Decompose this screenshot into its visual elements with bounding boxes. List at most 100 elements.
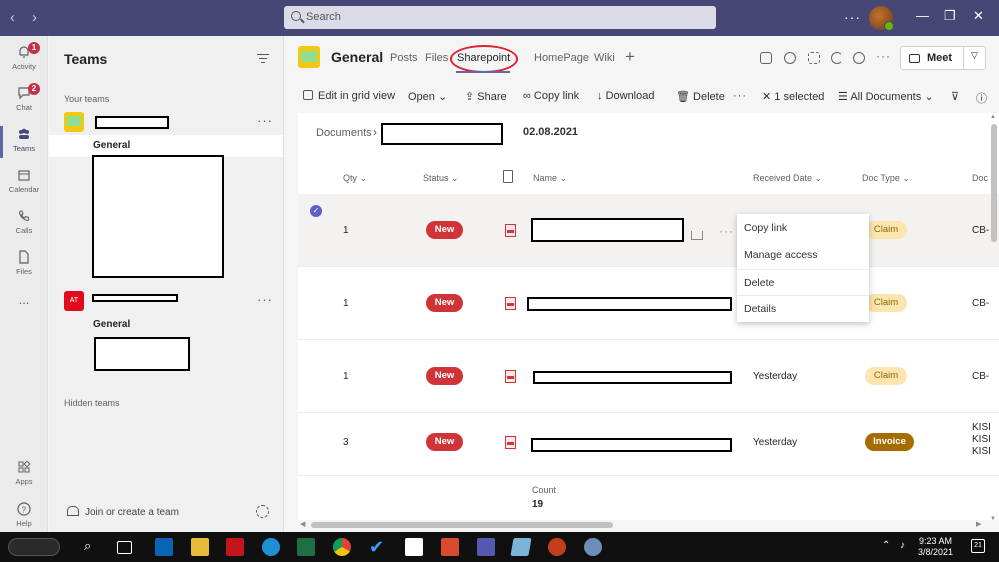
scroll-left-icon[interactable]: ◀ xyxy=(300,520,305,528)
file-name-redacted[interactable] xyxy=(531,218,684,242)
back-arrow-icon[interactable]: ‹ xyxy=(10,10,15,25)
more-icon[interactable]: ··· xyxy=(876,49,891,63)
edit-grid-button[interactable]: Edit in grid view xyxy=(303,90,395,102)
open-button[interactable]: Open ⌄ xyxy=(408,90,447,103)
file-name-redacted[interactable] xyxy=(527,297,732,311)
filter-icon[interactable]: ⊽ xyxy=(951,90,959,103)
menu-details[interactable]: Details xyxy=(737,295,869,322)
file-name-redacted[interactable] xyxy=(533,371,732,384)
menu-delete[interactable]: Delete xyxy=(737,269,869,296)
hidden-teams-label[interactable]: Hidden teams xyxy=(64,398,120,408)
outlook-icon[interactable] xyxy=(155,538,173,556)
copy-link-button[interactable]: ∞ Copy link xyxy=(523,90,579,102)
notification-icon[interactable]: 21 xyxy=(971,539,985,553)
table-row[interactable]: ✓ 1 New ··· Claim CB- xyxy=(298,194,999,267)
team-name-redacted[interactable] xyxy=(92,294,178,302)
column-doc-type[interactable]: Doc Type ⌄ xyxy=(862,173,910,184)
row-more-icon[interactable]: ··· xyxy=(719,224,734,238)
powerpoint-icon[interactable] xyxy=(548,538,566,556)
delete-button[interactable]: 🗑 Delete xyxy=(676,90,725,103)
horizontal-scrollbar[interactable]: ◀ ▶ xyxy=(298,520,988,530)
expand-icon[interactable] xyxy=(808,52,820,64)
rail-calls[interactable]: Calls xyxy=(0,204,48,244)
column-status[interactable]: Status ⌄ xyxy=(423,173,459,184)
teams-taskbar-icon[interactable] xyxy=(477,538,495,556)
column-received-date[interactable]: Received Date ⌄ xyxy=(753,173,822,184)
scroll-down-icon[interactable]: ▼ xyxy=(990,516,996,522)
rail-more[interactable]: ... xyxy=(0,288,48,328)
forward-arrow-icon[interactable]: › xyxy=(32,10,37,25)
minimize-icon[interactable]: — xyxy=(916,8,929,23)
table-row[interactable]: 3 New Yesterday Invoice KISI KISI KISI xyxy=(298,414,999,476)
task-view-icon[interactable] xyxy=(117,541,132,554)
team-icon[interactable] xyxy=(64,112,84,132)
channel-general-2[interactable]: General xyxy=(49,314,283,336)
tab-posts[interactable]: Posts xyxy=(390,52,418,64)
view-switcher[interactable]: ☰ All Documents ⌄ xyxy=(838,90,934,103)
tab-files[interactable]: Files xyxy=(425,52,448,64)
start-button[interactable] xyxy=(8,538,60,556)
refresh-icon[interactable] xyxy=(831,52,843,64)
row-selected-check-icon[interactable]: ✓ xyxy=(310,205,322,217)
globe-icon[interactable] xyxy=(853,52,865,64)
filter-icon[interactable] xyxy=(257,54,269,66)
channel-general-1[interactable]: General xyxy=(49,135,283,157)
acrobat-icon[interactable] xyxy=(226,538,244,556)
maximize-icon[interactable]: ❐ xyxy=(944,8,956,24)
rail-teams[interactable]: Teams xyxy=(0,122,48,162)
rail-calendar[interactable]: Calendar xyxy=(0,163,48,203)
menu-manage-access[interactable]: Manage access xyxy=(737,242,869,269)
edge-icon[interactable] xyxy=(262,538,280,556)
search-input[interactable]: Search xyxy=(284,6,716,29)
more-commands-icon[interactable]: ··· xyxy=(733,90,747,102)
avatar[interactable] xyxy=(869,6,894,31)
file-type-icon[interactable] xyxy=(503,170,513,183)
team-more-icon[interactable]: ··· xyxy=(257,113,273,128)
add-tab-icon[interactable]: + xyxy=(625,47,635,67)
team-name-redacted[interactable] xyxy=(95,116,169,129)
conversation-icon[interactable] xyxy=(784,52,796,64)
scroll-right-icon[interactable]: ▶ xyxy=(976,520,981,528)
rail-apps[interactable]: Apps xyxy=(0,455,48,495)
gear-icon[interactable] xyxy=(256,505,269,518)
column-doc[interactable]: Doc xyxy=(972,173,988,183)
menu-copy-link[interactable]: Copy link xyxy=(737,215,869,242)
rail-help[interactable]: ? Help xyxy=(0,497,48,537)
team-icon[interactable]: AT xyxy=(64,291,84,311)
tab-settings-icon[interactable] xyxy=(760,52,772,64)
close-icon[interactable]: ✕ xyxy=(973,8,984,24)
team-more-icon[interactable]: ··· xyxy=(257,292,273,307)
breadcrumb-folder-redacted[interactable] xyxy=(381,123,503,145)
info-icon[interactable]: ⓘ xyxy=(976,90,987,106)
rail-chat[interactable]: 2 Chat xyxy=(0,81,48,121)
clock[interactable]: 9:23 AM 3/8/2021 xyxy=(918,536,953,558)
scroll-thumb[interactable] xyxy=(311,522,613,528)
breadcrumb-documents[interactable]: Documents xyxy=(316,127,372,139)
scroll-thumb[interactable] xyxy=(991,124,997,242)
rail-files[interactable]: Files xyxy=(0,245,48,285)
volume-icon[interactable]: ♪ xyxy=(900,540,905,551)
table-row[interactable]: 1 New Yesterday Claim CB- xyxy=(298,341,999,413)
share-icon[interactable] xyxy=(691,231,703,240)
app-icon[interactable] xyxy=(584,538,602,556)
tab-wiki[interactable]: Wiki xyxy=(594,52,615,64)
tab-homepage[interactable]: HomePage xyxy=(534,52,589,64)
vertical-scrollbar[interactable]: ▲ ▼ xyxy=(989,112,999,532)
column-name[interactable]: Name ⌄ xyxy=(533,173,567,184)
search-icon[interactable]: ⌕ xyxy=(84,538,91,554)
file-name-redacted[interactable] xyxy=(531,438,732,452)
notepad-icon[interactable] xyxy=(405,538,423,556)
chrome-icon[interactable] xyxy=(333,538,351,556)
scroll-up-icon[interactable]: ▲ xyxy=(990,114,996,120)
more-options-icon[interactable]: ··· xyxy=(844,9,861,25)
download-button[interactable]: ↓ Download xyxy=(597,90,654,102)
meet-button[interactable]: Meet ▽ xyxy=(900,46,986,70)
chevron-up-icon[interactable]: ⌃ xyxy=(882,540,890,551)
rail-activity[interactable]: 1 Activity xyxy=(0,40,48,80)
app-icon[interactable] xyxy=(510,538,532,556)
table-row[interactable]: 1 New Claim CB- xyxy=(298,268,999,340)
todo-icon[interactable]: ✔ xyxy=(369,538,387,556)
excel-icon[interactable] xyxy=(297,538,315,556)
chevron-down-icon[interactable]: ▽ xyxy=(971,50,978,61)
share-button[interactable]: ⇪ Share xyxy=(465,90,507,103)
